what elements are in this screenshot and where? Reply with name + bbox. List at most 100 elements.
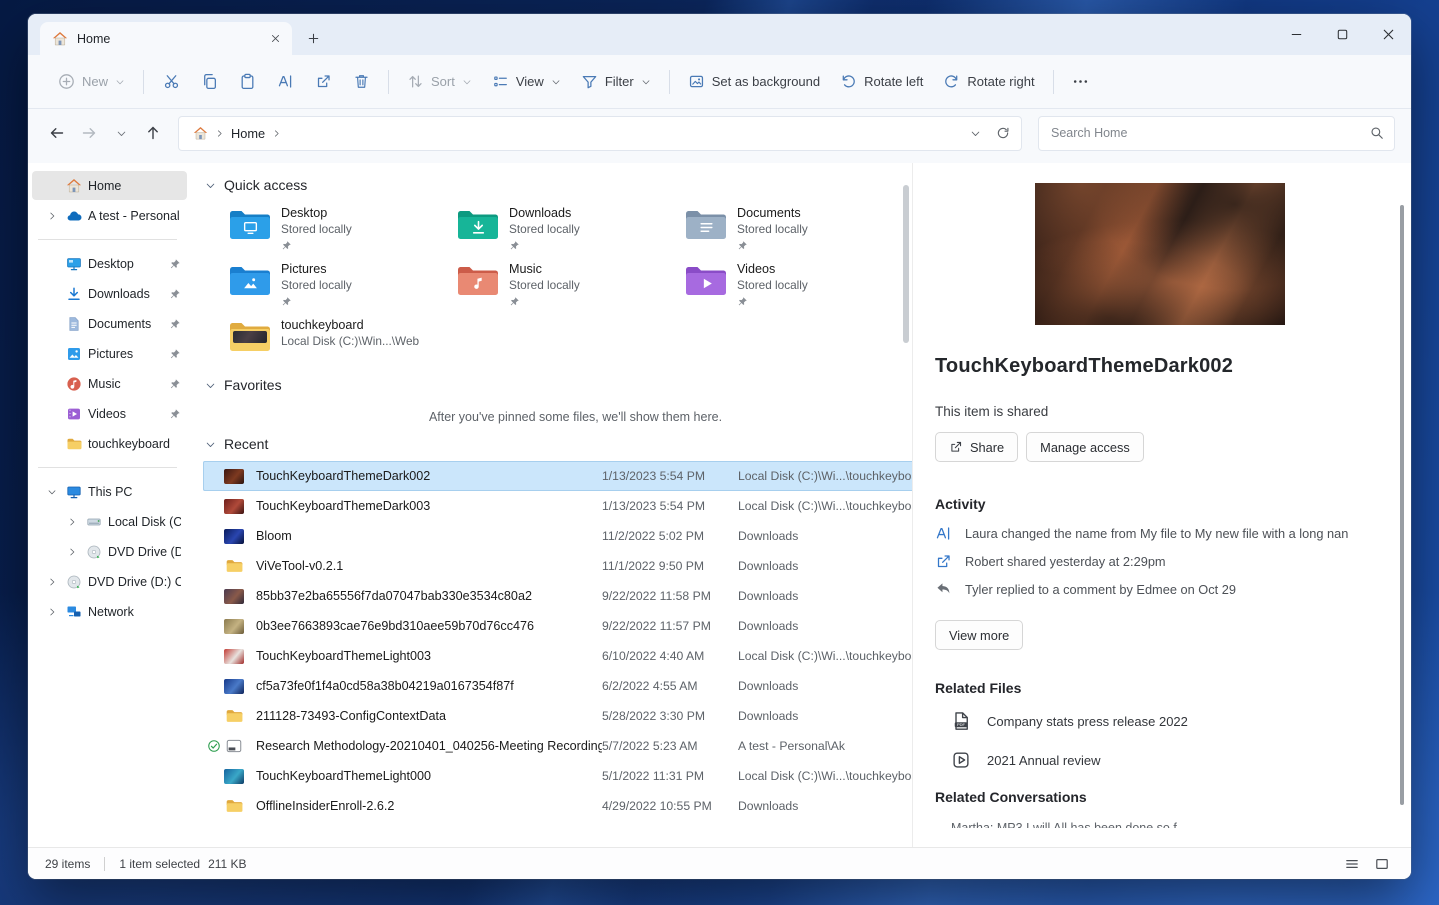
quick-access-tile-pictures[interactable]: Pictures Stored locally bbox=[229, 261, 457, 307]
share-button-details[interactable]: Share bbox=[935, 432, 1018, 462]
back-button[interactable] bbox=[42, 118, 72, 148]
copy-button[interactable] bbox=[190, 64, 228, 100]
file-location[interactable]: Downloads bbox=[738, 799, 912, 813]
share-button[interactable] bbox=[304, 64, 342, 100]
sort-button[interactable]: Sort bbox=[397, 64, 482, 100]
sidebar-item-a-test-personal[interactable]: A test - Personal bbox=[32, 201, 187, 230]
sidebar-item-downloads[interactable]: Downloads bbox=[32, 279, 187, 308]
expand-chevron-icon[interactable] bbox=[44, 487, 60, 497]
breadcrumb-field[interactable]: Home bbox=[178, 116, 1022, 151]
minimize-button[interactable] bbox=[1273, 14, 1319, 55]
sidebar-item-this-pc[interactable]: This PC bbox=[32, 477, 187, 506]
file-location[interactable]: Downloads bbox=[738, 709, 912, 723]
sidebar-item-dvd-drive-d-cc[interactable]: DVD Drive (D:) CC bbox=[32, 537, 187, 566]
recent-row[interactable]: Bloom 11/2/2022 5:02 PM Downloads bbox=[203, 521, 912, 551]
recent-row[interactable]: 0b3ee7663893cae76e9bd310aee59b70d76cc476… bbox=[203, 611, 912, 641]
manage-access-button[interactable]: Manage access bbox=[1026, 432, 1144, 462]
view-more-button[interactable]: View more bbox=[935, 620, 1023, 650]
recent-row[interactable]: Research Methodology-20210401_040256-Mee… bbox=[203, 731, 912, 761]
favorites-header[interactable]: Favorites bbox=[203, 377, 912, 393]
search-input[interactable] bbox=[1049, 125, 1370, 141]
file-location[interactable]: Local Disk (C:)\Wi...\touchkeyboard bbox=[738, 469, 912, 483]
expand-chevron-icon[interactable] bbox=[64, 547, 80, 557]
details-scrollbar[interactable] bbox=[1400, 205, 1404, 805]
recent-row[interactable]: TouchKeyboardThemeDark002 1/13/2023 5:54… bbox=[203, 461, 912, 491]
expand-chevron-icon[interactable] bbox=[44, 577, 60, 587]
large-thumbnails-view-toggle[interactable] bbox=[1370, 853, 1394, 875]
sidebar-item-desktop[interactable]: Desktop bbox=[32, 249, 187, 278]
sidebar-item-documents[interactable]: Documents bbox=[32, 309, 187, 338]
sidebar-item-network[interactable]: Network bbox=[32, 597, 187, 626]
file-name: Bloom bbox=[256, 529, 602, 543]
chevron-down-icon bbox=[462, 77, 472, 87]
tab-home[interactable]: Home bbox=[40, 22, 292, 55]
sidebar-item-dvd-drive-d-ccc[interactable]: DVD Drive (D:) CCC bbox=[32, 567, 187, 596]
sidebar-item-pictures[interactable]: Pictures bbox=[32, 339, 187, 368]
recent-header[interactable]: Recent bbox=[203, 436, 912, 452]
file-location[interactable]: Downloads bbox=[738, 619, 912, 633]
new-tab-button[interactable] bbox=[300, 25, 326, 51]
file-location[interactable]: Local Disk (C:)\Wi...\touchkeyboard bbox=[738, 499, 912, 513]
quick-access-tile-touchkeyboard[interactable]: touchkeyboard Local Disk (C:)\Win...\Web bbox=[229, 317, 457, 363]
expand-chevron-icon[interactable] bbox=[44, 211, 60, 221]
cut-button[interactable] bbox=[152, 64, 190, 100]
activity-item[interactable]: Tyler replied to a comment by Edmee on O… bbox=[935, 581, 1385, 598]
recent-locations-button[interactable] bbox=[106, 118, 136, 148]
expand-chevron-icon[interactable] bbox=[64, 517, 80, 527]
related-file-item[interactable]: Company stats press release 2022 bbox=[935, 711, 1385, 731]
rotate-right-button[interactable]: Rotate right bbox=[933, 64, 1044, 100]
details-view-toggle[interactable] bbox=[1340, 853, 1364, 875]
set-as-background-button[interactable]: Set as background bbox=[678, 64, 830, 100]
address-dropdown-button[interactable] bbox=[961, 119, 989, 147]
quick-access-header[interactable]: Quick access bbox=[203, 177, 912, 193]
file-location[interactable]: Local Disk (C:)\Wi...\touchkeyboard bbox=[738, 649, 912, 663]
close-button[interactable] bbox=[1365, 14, 1411, 55]
refresh-button[interactable] bbox=[989, 119, 1017, 147]
recent-row[interactable]: TouchKeyboardThemeLight000 5/1/2022 11:3… bbox=[203, 761, 912, 791]
view-button[interactable]: View bbox=[482, 64, 571, 100]
tab-close-button[interactable] bbox=[266, 30, 284, 48]
recent-row[interactable]: cf5a73fe0f1f4a0cd58a38b04219a0167354f87f… bbox=[203, 671, 912, 701]
sidebar-item-videos[interactable]: Videos bbox=[32, 399, 187, 428]
sidebar-item-music[interactable]: Music bbox=[32, 369, 187, 398]
forward-button[interactable] bbox=[74, 118, 104, 148]
maximize-button[interactable] bbox=[1319, 14, 1365, 55]
rename-button[interactable] bbox=[266, 64, 304, 100]
main-scrollbar[interactable] bbox=[903, 185, 909, 343]
activity-item[interactable]: Robert shared yesterday at 2:29pm bbox=[935, 553, 1385, 570]
recent-row[interactable]: 211128-73493-ConfigContextData 5/28/2022… bbox=[203, 701, 912, 731]
recent-row[interactable]: ViVeTool-v0.2.1 11/1/2022 9:50 PM Downlo… bbox=[203, 551, 912, 581]
selection-size: 211 KB bbox=[208, 857, 246, 871]
activity-item[interactable]: Laura changed the name from My file to M… bbox=[935, 525, 1385, 542]
file-location[interactable]: Downloads bbox=[738, 589, 912, 603]
paste-button[interactable] bbox=[228, 64, 266, 100]
recent-row[interactable]: OfflineInsiderEnroll-2.6.2 4/29/2022 10:… bbox=[203, 791, 912, 821]
breadcrumb-item-home[interactable]: Home bbox=[231, 126, 265, 141]
up-button[interactable] bbox=[138, 118, 168, 148]
quick-access-tile-videos[interactable]: Videos Stored locally bbox=[685, 261, 912, 307]
search-icon[interactable] bbox=[1370, 126, 1384, 140]
quick-access-tile-music[interactable]: Music Stored locally bbox=[457, 261, 685, 307]
expand-chevron-icon[interactable] bbox=[44, 607, 60, 617]
sidebar-item-local-disk-c-[interactable]: Local Disk (C:) bbox=[32, 507, 187, 536]
view-label: View bbox=[516, 74, 544, 89]
sidebar-item-home[interactable]: Home bbox=[32, 171, 187, 200]
sidebar-item-touchkeyboard[interactable]: touchkeyboard bbox=[32, 429, 187, 458]
quick-access-tile-downloads[interactable]: Downloads Stored locally bbox=[457, 205, 685, 251]
quick-access-tile-documents[interactable]: Documents Stored locally bbox=[685, 205, 912, 251]
file-location[interactable]: Local Disk (C:)\Wi...\touchkeyboard bbox=[738, 769, 912, 783]
recent-row[interactable]: TouchKeyboardThemeDark003 1/13/2023 5:54… bbox=[203, 491, 912, 521]
quick-access-tile-desktop[interactable]: Desktop Stored locally bbox=[229, 205, 457, 251]
recent-row[interactable]: TouchKeyboardThemeLight003 6/10/2022 4:4… bbox=[203, 641, 912, 671]
filter-button[interactable]: Filter bbox=[571, 64, 661, 100]
rotate-left-button[interactable]: Rotate left bbox=[830, 64, 933, 100]
delete-button[interactable] bbox=[342, 64, 380, 100]
new-button[interactable]: New bbox=[48, 64, 135, 100]
more-options-button[interactable] bbox=[1062, 64, 1100, 100]
recent-row[interactable]: 85bb37e2ba65556f7da07047bab330e3534c80a2… bbox=[203, 581, 912, 611]
file-location[interactable]: Downloads bbox=[738, 559, 912, 573]
file-location[interactable]: Downloads bbox=[738, 529, 912, 543]
file-location[interactable]: A test - Personal\Ak bbox=[738, 739, 912, 753]
file-location[interactable]: Downloads bbox=[738, 679, 912, 693]
related-file-item[interactable]: 2021 Annual review bbox=[935, 750, 1385, 770]
